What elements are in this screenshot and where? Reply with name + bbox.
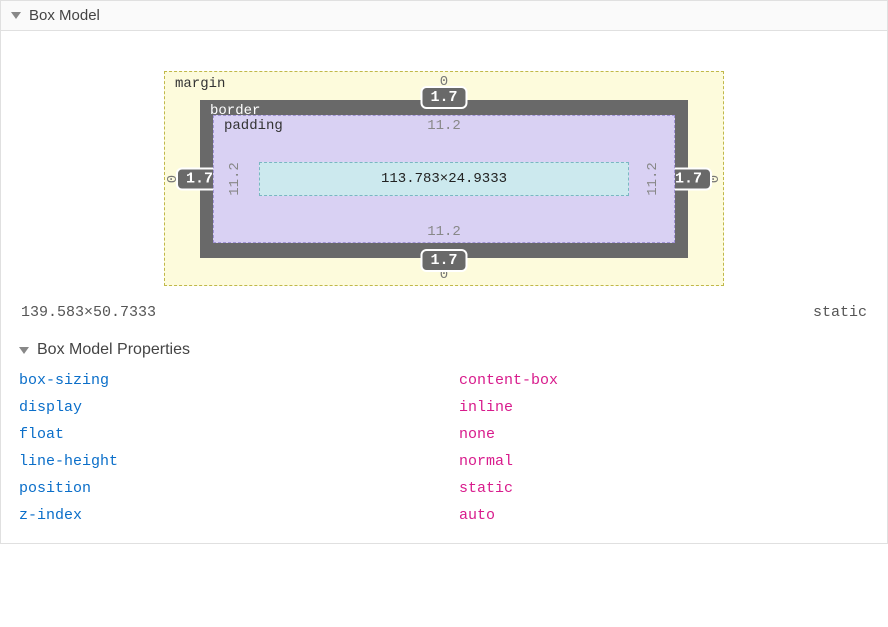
summary-row: 139.583×50.7333 static [19,298,869,335]
property-row[interactable]: display inline [19,394,869,421]
property-value: inline [459,399,513,416]
property-row[interactable]: position static [19,475,869,502]
summary-position: static [813,304,867,321]
property-name: z-index [19,507,459,524]
padding-label: padding [224,118,283,134]
properties-header[interactable]: Box Model Properties [19,335,869,367]
box-model-header[interactable]: Box Model [1,1,887,31]
property-row[interactable]: float none [19,421,869,448]
padding-layer[interactable]: padding 11.2 11.2 11.2 11.2 113.783×24.9… [213,115,675,243]
properties-list: box-sizing content-box display inline fl… [19,367,869,529]
property-value: normal [459,453,513,470]
property-value: static [459,480,513,497]
summary-size: 139.583×50.7333 [21,304,156,321]
border-bottom-value[interactable]: 1.7 [420,249,467,272]
padding-bottom-value[interactable]: 11.2 [427,224,461,240]
property-name: position [19,480,459,497]
content-layer[interactable]: 113.783×24.9333 [259,162,629,196]
property-value: auto [459,507,495,524]
property-name: float [19,426,459,443]
property-name: line-height [19,453,459,470]
section-title: Box Model [29,7,100,24]
property-value: none [459,426,495,443]
border-top-value[interactable]: 1.7 [420,86,467,109]
property-name: display [19,399,459,416]
margin-label: margin [175,76,225,92]
box-model-panel: Box Model margin 0 0 0 0 border 1.7 1.7 … [0,0,888,544]
properties-title: Box Model Properties [37,341,190,359]
padding-left-value[interactable]: 11.2 [227,162,243,196]
property-row[interactable]: line-height normal [19,448,869,475]
property-row[interactable]: box-sizing content-box [19,367,869,394]
collapse-icon [19,347,29,354]
content-size: 113.783×24.9333 [381,171,507,187]
padding-top-value[interactable]: 11.2 [427,118,461,134]
box-model-body: margin 0 0 0 0 border 1.7 1.7 1.7 1.7 pa… [1,31,887,543]
margin-layer[interactable]: margin 0 0 0 0 border 1.7 1.7 1.7 1.7 pa… [164,71,724,286]
box-model-diagram: margin 0 0 0 0 border 1.7 1.7 1.7 1.7 pa… [19,49,869,298]
property-value: content-box [459,372,558,389]
padding-right-value[interactable]: 11.2 [645,162,661,196]
property-name: box-sizing [19,372,459,389]
property-row[interactable]: z-index auto [19,502,869,529]
collapse-icon [11,12,21,19]
border-layer[interactable]: border 1.7 1.7 1.7 1.7 padding 11.2 11.2… [200,100,688,258]
